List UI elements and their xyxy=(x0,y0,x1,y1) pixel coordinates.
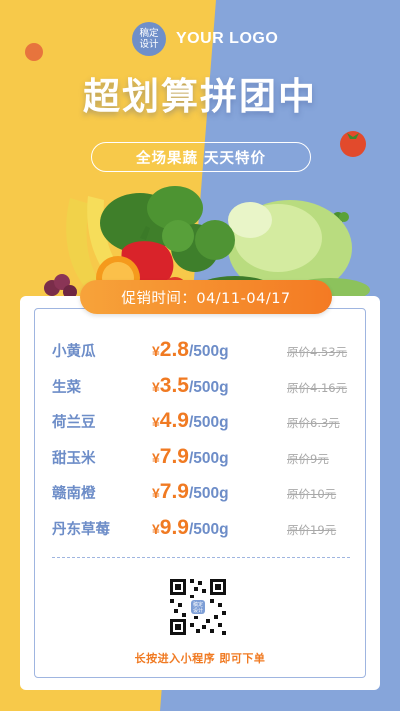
price-unit: /500g xyxy=(189,343,229,360)
price-unit: /500g xyxy=(189,414,229,431)
currency-symbol: ¥ xyxy=(152,414,160,430)
qr-code[interactable]: 稿定 设计 xyxy=(166,575,230,639)
decorative-fruit-left xyxy=(25,43,43,61)
price-amount: 7.9 xyxy=(159,444,189,468)
currency-symbol: ¥ xyxy=(152,520,160,537)
currency-symbol: ¥ xyxy=(152,378,160,395)
price-unit: /500g xyxy=(189,449,229,467)
item-price: ¥4.9/500g xyxy=(152,409,287,433)
logo-text: YOUR LOGO xyxy=(176,30,279,47)
item-price: ¥7.9/500g xyxy=(152,445,287,469)
item-price: ¥9.9/500g xyxy=(152,516,287,540)
divider xyxy=(52,557,350,558)
cta-text: 长按进入小程序 即可下单 xyxy=(134,652,266,665)
price-amount: 9.9 xyxy=(159,515,189,539)
price-amount: 2.8 xyxy=(159,338,189,361)
currency-symbol: ¥ xyxy=(152,343,160,359)
item-price: ¥3.5/500g xyxy=(152,374,287,398)
price-amount: 4.9 xyxy=(159,409,189,432)
price-row: 生菜 ¥3.5/500g 原价4.16元 xyxy=(52,374,362,404)
subtitle-pill: 全场果蔬 天天特价 xyxy=(91,142,311,172)
price-row: 甜玉米 ¥7.9/500g 原价9元 xyxy=(52,445,362,475)
price-row: 小黄瓜 ¥2.8/500g 原价4.53元 xyxy=(52,338,362,368)
currency-symbol: ¥ xyxy=(152,449,160,466)
poster: 稿定 设计 YOUR LOGO 超划算拼团中 全场果蔬 天天特价 促销时间：04… xyxy=(0,0,400,711)
qr-center-line1: 稿定 xyxy=(193,601,203,608)
item-price: ¥7.9/500g xyxy=(152,480,287,504)
page-title: 超划算拼团中 xyxy=(83,75,317,118)
original-price: 原价4.16元 xyxy=(287,380,348,395)
item-name: 丹东草莓 xyxy=(52,521,110,538)
logo-badge-line2: 设计 xyxy=(139,39,159,50)
price-amount: 3.5 xyxy=(159,373,189,397)
price-row: 荷兰豆 ¥4.9/500g 原价6.3元 xyxy=(52,409,362,439)
item-name: 生菜 xyxy=(52,379,81,396)
original-price: 原价6.3元 xyxy=(287,416,340,430)
item-name: 荷兰豆 xyxy=(52,415,96,431)
price-row: 赣南橙 ¥7.9/500g 原价10元 xyxy=(52,480,362,510)
item-name: 小黄瓜 xyxy=(52,344,96,360)
promo-date-pill: 促销时间：04/11-04/17 xyxy=(80,280,332,314)
original-price: 原价19元 xyxy=(287,522,337,537)
logo-badge: 稿定 设计 xyxy=(132,22,166,56)
currency-symbol: ¥ xyxy=(152,485,160,501)
price-row: 丹东草莓 ¥9.9/500g 原价19元 xyxy=(52,516,362,546)
original-price: 原价10元 xyxy=(287,487,337,501)
original-price: 原价9元 xyxy=(287,451,329,466)
item-name: 赣南橙 xyxy=(52,486,96,502)
original-price: 原价4.53元 xyxy=(287,345,348,359)
price-unit: /500g xyxy=(189,378,229,396)
price-unit: /500g xyxy=(189,520,229,538)
logo-row: 稿定 设计 YOUR LOGO xyxy=(132,22,278,56)
logo-badge-line1: 稿定 xyxy=(139,28,159,39)
decorative-tomato-right xyxy=(340,131,366,157)
price-amount: 7.9 xyxy=(159,480,189,503)
price-unit: /500g xyxy=(189,485,229,502)
qr-center-line2: 设计 xyxy=(193,607,203,614)
item-name: 甜玉米 xyxy=(52,450,96,467)
item-price: ¥2.8/500g xyxy=(152,338,287,362)
